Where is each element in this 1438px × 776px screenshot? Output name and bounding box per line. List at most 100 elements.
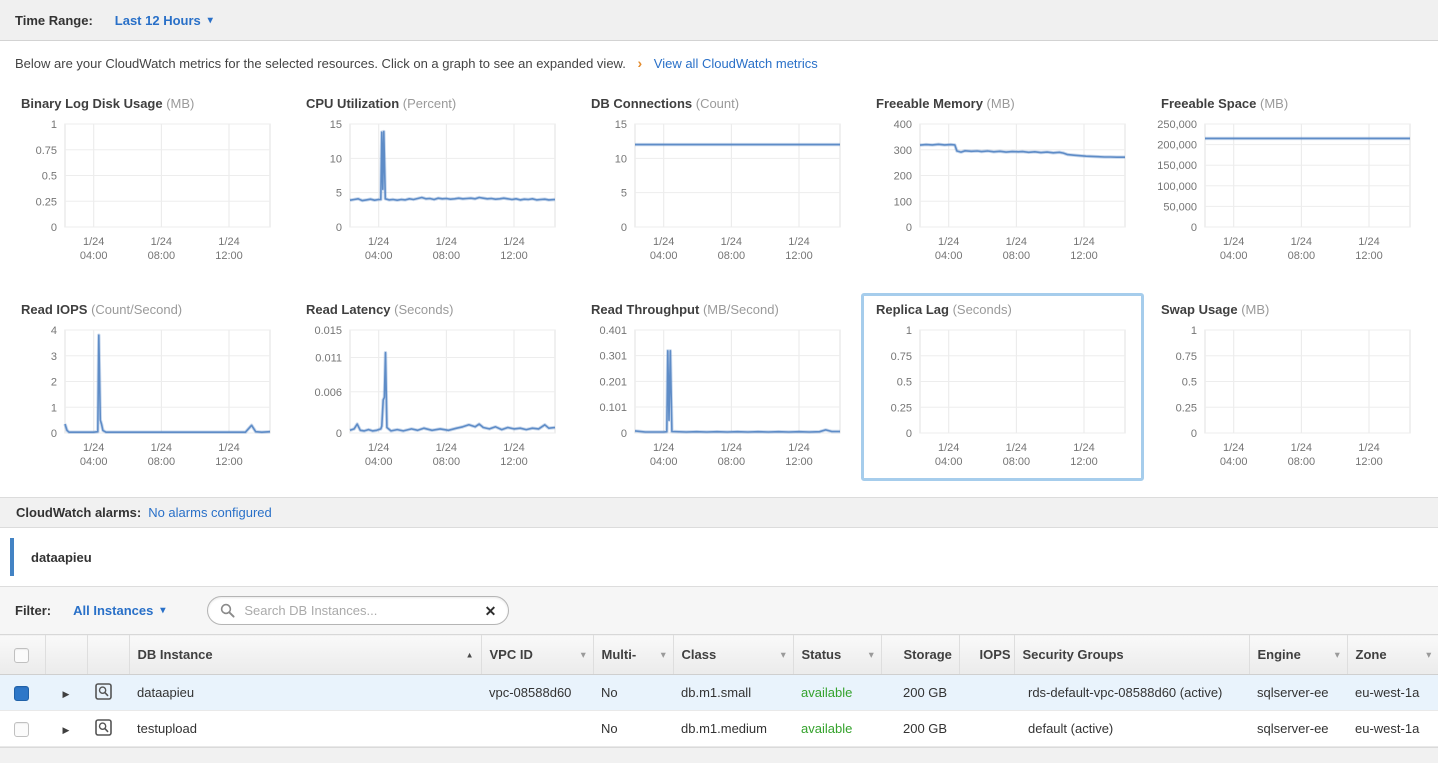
svg-text:04:00: 04:00	[1220, 456, 1248, 468]
svg-text:08:00: 08:00	[718, 250, 746, 262]
chart-title-text: Read Throughput	[591, 302, 700, 317]
chart-swap-usage[interactable]: Swap Usage (MB) 1 0.75 0.5 0.25 0 1/24 04:00 1/…	[1146, 293, 1429, 481]
chart-read-throughput[interactable]: Read Throughput (MB/Second) 0.401 0.301 0.…	[576, 293, 859, 481]
instances-filter-dropdown[interactable]: All Instances ▾	[73, 603, 165, 618]
svg-text:1: 1	[51, 119, 57, 131]
row-checkbox[interactable]	[14, 685, 29, 701]
svg-text:12:00: 12:00	[215, 456, 243, 468]
no-alarms-link[interactable]: No alarms configured	[148, 505, 272, 520]
cell-class: db.m1.small	[673, 674, 793, 711]
svg-text:15: 15	[330, 119, 342, 131]
cloudwatch-alarms-bar: CloudWatch alarms: No alarms configured	[0, 497, 1438, 528]
chart-freeable-memory[interactable]: Freeable Memory (MB) 400 300 200 100 0 1/24 04…	[861, 87, 1144, 275]
column-header-multi[interactable]: Multi- ▾	[592, 634, 673, 675]
svg-text:1: 1	[51, 402, 57, 414]
svg-text:04:00: 04:00	[365, 250, 393, 262]
svg-text:1/24: 1/24	[1291, 236, 1312, 248]
inspect-icon[interactable]	[95, 718, 112, 736]
column-label: IOPS	[979, 647, 1011, 662]
table-row[interactable]: ▶ dataapieu vpc-08588d60 No db.m1.small …	[0, 674, 1438, 711]
svg-text:1/24: 1/24	[1223, 236, 1244, 248]
chart-unit: (MB)	[982, 96, 1015, 111]
select-all-checkbox[interactable]	[14, 647, 29, 663]
chart-unit: (MB)	[1237, 302, 1270, 317]
column-header-iops[interactable]: IOPS	[958, 634, 1014, 675]
chart-unit: (MB/Second)	[699, 302, 779, 317]
svg-text:0: 0	[906, 222, 912, 234]
svg-text:1/24: 1/24	[938, 236, 959, 248]
cell-db-instance: testupload	[129, 710, 481, 747]
cloudwatch-intro: Below are your CloudWatch metrics for th…	[0, 41, 1438, 81]
table-row[interactable]: ▶ testupload No db.m1.medium available 2…	[0, 710, 1438, 747]
search-icon	[221, 603, 235, 618]
column-label: Status	[801, 647, 842, 662]
time-range-dropdown[interactable]: Last 12 Hours ▾	[115, 13, 213, 28]
chart-title-text: Read Latency	[306, 302, 391, 317]
column-label: Storage	[903, 647, 952, 662]
expand-arrow-icon[interactable]: ▶	[63, 689, 70, 699]
svg-text:08:00: 08:00	[1003, 456, 1031, 468]
chart-unit: (Seconds)	[948, 302, 1012, 317]
chart-title: Read Latency (Seconds)	[306, 302, 565, 317]
svg-text:1/24: 1/24	[1006, 236, 1027, 248]
chart-replica-lag[interactable]: Replica Lag (Seconds) 1 0.75 0.5 0.25 0 1/24 0…	[861, 293, 1144, 481]
svg-text:08:00: 08:00	[1288, 250, 1316, 262]
chart-unit: (MB)	[1256, 96, 1289, 111]
chart-plot: 0.401 0.301 0.201 0.101 0 1/24 04:00 1/24 08:00 1…	[599, 325, 841, 468]
charts-grid: Binary Log Disk Usage (MB) 1 0.75 0.5 0.25 0…	[0, 81, 1438, 497]
search-box: ✕	[207, 596, 510, 625]
svg-text:1/24: 1/24	[788, 236, 809, 248]
svg-text:15: 15	[615, 119, 627, 131]
svg-text:1/24: 1/24	[218, 236, 239, 248]
chart-plot: 1 0.75 0.5 0.25 0 1/24 04:00 1/24 08:00 1/24 12:00	[36, 119, 271, 262]
cell-storage: 200 GB	[881, 674, 959, 711]
column-header-engine[interactable]: Engine ▾	[1248, 634, 1347, 675]
svg-text:1/24: 1/24	[788, 442, 809, 454]
chart-binary-log-disk-usage[interactable]: Binary Log Disk Usage (MB) 1 0.75 0.5 0.25 0…	[6, 87, 289, 275]
column-menu-icon: ▾	[660, 649, 666, 659]
svg-text:0.75: 0.75	[891, 351, 912, 363]
svg-text:1/24: 1/24	[721, 236, 742, 248]
svg-text:1/24: 1/24	[436, 442, 457, 454]
search-input[interactable]	[242, 602, 478, 619]
time-range-label: Time Range:	[15, 12, 93, 28]
row-checkbox[interactable]	[14, 721, 29, 737]
svg-text:50,000: 50,000	[1163, 201, 1197, 213]
svg-text:1/24: 1/24	[368, 236, 389, 248]
svg-text:0.401: 0.401	[599, 325, 627, 337]
chart-freeable-space[interactable]: Freeable Space (MB) 250,000 200,000 150,00…	[1146, 87, 1429, 275]
column-header-status[interactable]: Status ▾	[792, 634, 881, 675]
column-header-storage[interactable]: Storage	[880, 634, 959, 675]
filter-bar: Filter: All Instances ▾ ✕	[0, 586, 1438, 634]
svg-text:0: 0	[1191, 428, 1197, 440]
svg-text:1/24: 1/24	[721, 442, 742, 454]
cell-security-groups: default (active)	[1014, 710, 1249, 747]
column-header-zone[interactable]: Zone ▾	[1346, 634, 1438, 675]
column-header-class[interactable]: Class ▾	[672, 634, 793, 675]
clear-search-icon[interactable]: ✕	[485, 604, 497, 618]
column-header-db-instance[interactable]: DB Instance ▲	[128, 634, 481, 675]
inspect-column-header	[86, 634, 129, 675]
column-menu-icon: ▾	[868, 649, 874, 659]
chart-read-iops[interactable]: Read IOPS (Count/Second) 4 3 2 1 0 1/24 04:00 1…	[6, 293, 289, 481]
cell-storage: 200 GB	[881, 710, 959, 747]
svg-text:0.75: 0.75	[36, 145, 57, 157]
chart-db-connections[interactable]: DB Connections (Count) 15 10 5 0 1/24 04:00 1/…	[576, 87, 859, 275]
inspect-icon[interactable]	[95, 682, 112, 700]
svg-text:04:00: 04:00	[650, 456, 678, 468]
svg-text:0.75: 0.75	[1176, 351, 1197, 363]
chart-unit: (Seconds)	[390, 302, 454, 317]
view-all-metrics-link[interactable]: View all CloudWatch metrics	[654, 56, 818, 71]
chart-cpu-utilization[interactable]: CPU Utilization (Percent) 15 10 5 0 1/24 04:0…	[291, 87, 574, 275]
cell-iops	[959, 674, 1014, 711]
cell-engine: sqlserver-ee	[1249, 674, 1347, 711]
chart-plot: 1 0.75 0.5 0.25 0 1/24 04:00 1/24 08:00 1/24 12:00	[891, 325, 1126, 468]
svg-text:1/24: 1/24	[83, 442, 104, 454]
column-header-security-groups[interactable]: Security Groups	[1013, 634, 1249, 675]
expand-arrow-icon[interactable]: ▶	[63, 725, 70, 735]
chart-read-latency[interactable]: Read Latency (Seconds) 0.015 0.011 0.006 0 1…	[291, 293, 574, 481]
column-menu-icon: ▾	[780, 649, 786, 659]
svg-text:04:00: 04:00	[650, 250, 678, 262]
cell-db-instance: dataapieu	[129, 674, 481, 711]
column-header-vpc-id[interactable]: VPC ID ▾	[480, 634, 593, 675]
